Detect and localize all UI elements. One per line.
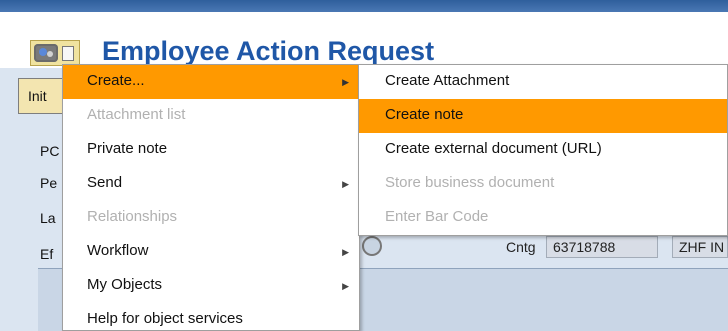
side-label-ef: Ef <box>40 246 54 262</box>
title-area: Employee Action Request <box>0 12 728 68</box>
field-label: Cntg <box>506 239 536 255</box>
menu-item-send-label: Send <box>87 174 123 191</box>
menu-item-help-object-services-label: Help for object services <box>87 310 243 327</box>
create-submenu: Create Attachment Create note Create ext… <box>358 64 728 236</box>
document-icon[interactable] <box>62 46 74 61</box>
chevron-right-icon: ▶ <box>342 281 349 291</box>
menu-item-relationships: Relationships <box>63 201 359 235</box>
submenu-item-create-external-document[interactable]: Create external document (URL) <box>359 133 727 167</box>
object-services-button-group[interactable] <box>30 40 80 66</box>
field-value-1[interactable]: 63718788 <box>546 236 658 258</box>
menu-item-attachment-list-label: Attachment list <box>87 106 186 123</box>
menu-item-send[interactable]: Send ▶ <box>63 167 359 201</box>
submenu-item-store-business-document-label: Store business document <box>385 174 555 191</box>
menu-item-my-objects-label: My Objects <box>87 276 163 293</box>
chevron-right-icon: ▶ <box>342 179 349 189</box>
side-label-la: La <box>40 210 56 226</box>
menu-item-create[interactable]: Create... ▶ <box>63 65 359 99</box>
menu-item-workflow[interactable]: Workflow ▶ <box>63 235 359 269</box>
menu-item-relationships-label: Relationships <box>87 208 178 225</box>
submenu-item-create-note-label: Create note <box>385 106 464 123</box>
side-label-pe: Pe <box>40 175 58 191</box>
menu-item-my-objects[interactable]: My Objects ▶ <box>63 269 359 303</box>
chevron-right-icon: ▶ <box>342 247 349 257</box>
submenu-item-create-attachment[interactable]: Create Attachment <box>359 65 727 99</box>
side-label-pc: PC <box>40 143 60 159</box>
menu-item-workflow-label: Workflow <box>87 242 149 259</box>
chevron-right-icon: ▶ <box>342 77 349 87</box>
submenu-item-create-note[interactable]: Create note <box>359 99 727 133</box>
submenu-item-enter-bar-code-label: Enter Bar Code <box>385 208 489 225</box>
submenu-item-create-attachment-label: Create Attachment <box>385 72 510 89</box>
menu-item-attachment-list: Attachment list <box>63 99 359 133</box>
submenu-item-store-business-document: Store business document <box>359 167 727 201</box>
submenu-item-create-external-document-label: Create external document (URL) <box>385 140 602 157</box>
page-title: Employee Action Request <box>102 36 435 66</box>
menu-item-create-label: Create... <box>87 72 145 89</box>
submenu-item-enter-bar-code: Enter Bar Code <box>359 201 727 235</box>
context-menu: Create... ▶ Attachment list Private note… <box>62 64 360 331</box>
window-topbar <box>0 0 728 12</box>
menu-item-private-note[interactable]: Private note <box>63 133 359 167</box>
help-circle-icon[interactable] <box>362 236 382 256</box>
menu-item-private-note-label: Private note <box>87 140 168 157</box>
field-value-2[interactable]: ZHF IN <box>672 236 728 258</box>
menu-item-help-object-services[interactable]: Help for object services <box>63 303 359 330</box>
services-icon[interactable] <box>34 44 58 62</box>
app-window: Employee Action Request Init PC Pe La Ef… <box>0 0 728 331</box>
